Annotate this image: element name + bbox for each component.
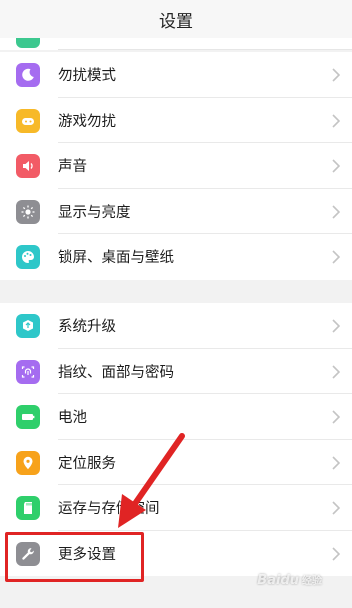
settings-group-1: 勿扰模式 游戏勿扰 声音 显示与亮度 锁屏、桌面与壁纸 [0, 52, 352, 280]
page-title: 设置 [0, 0, 352, 38]
chevron-right-icon [332, 204, 341, 219]
chevron-right-icon [332, 500, 341, 515]
settings-item-battery[interactable]: 电池 [0, 394, 352, 440]
brightness-icon [16, 199, 40, 224]
settings-item-label: 更多设置 [58, 546, 116, 563]
watermark-sub: 经验 [302, 576, 322, 587]
fingerprint-icon [16, 359, 40, 384]
location-pin-icon [16, 450, 40, 475]
settings-item-system-update[interactable]: 系统升级 [0, 303, 352, 349]
settings-item-memory-storage[interactable]: 运存与存储空间 [0, 485, 352, 531]
divider [58, 49, 352, 50]
page-title-text: 设置 [159, 11, 193, 32]
chevron-right-icon [332, 364, 341, 379]
settings-item-label: 勿扰模式 [58, 68, 116, 85]
wrench-icon [16, 541, 40, 566]
moon-icon [16, 63, 40, 87]
watermark: Baidu 经验 [257, 572, 322, 588]
battery-icon [16, 405, 40, 429]
bottom-spacer [0, 596, 352, 608]
sd-card-icon [16, 496, 40, 520]
chevron-right-icon [332, 249, 341, 264]
settings-item-label: 电池 [58, 410, 87, 427]
settings-item-sound[interactable]: 声音 [0, 143, 352, 189]
settings-item-fingerprint-face-password[interactable]: 指纹、面部与密码 [0, 349, 352, 395]
settings-item-label: 运存与存储空间 [58, 501, 160, 518]
chevron-right-icon [332, 409, 341, 424]
chevron-right-icon [332, 158, 341, 173]
watermark-brand: Bai [257, 573, 281, 588]
settings-item-do-not-disturb[interactable]: 勿扰模式 [0, 52, 352, 98]
palette-icon [16, 245, 40, 269]
settings-item-label: 指纹、面部与密码 [58, 364, 174, 381]
chevron-right-icon [332, 455, 341, 470]
settings-item-label: 定位服务 [58, 455, 116, 472]
settings-item-more-settings[interactable]: 更多设置 [0, 531, 352, 577]
partial-settings-row [0, 38, 352, 50]
settings-item-lockscreen-wallpaper[interactable]: 锁屏、桌面与壁纸 [0, 234, 352, 280]
settings-item-game-dnd[interactable]: 游戏勿扰 [0, 98, 352, 144]
speaker-icon [16, 154, 40, 178]
settings-item-label: 系统升级 [58, 319, 116, 336]
chevron-right-icon [332, 318, 341, 333]
watermark-paw: du [280, 573, 299, 588]
game-controller-icon [16, 108, 40, 133]
chevron-right-icon [332, 113, 341, 128]
settings-item-label: 锁屏、桌面与壁纸 [58, 250, 174, 267]
settings-item-label: 游戏勿扰 [58, 113, 116, 130]
settings-group-2: 系统升级 指纹、面部与密码 电池 定位服务 运存与存储空间 更多设置 [0, 303, 352, 576]
settings-item-label: 显示与亮度 [58, 204, 131, 221]
chevron-right-icon [332, 67, 341, 82]
settings-item-display-brightness[interactable]: 显示与亮度 [0, 189, 352, 235]
update-box-icon [16, 314, 40, 338]
chevron-right-icon [332, 546, 341, 561]
partial-row-icon [16, 38, 40, 48]
settings-item-label: 声音 [58, 159, 87, 176]
settings-item-location[interactable]: 定位服务 [0, 440, 352, 486]
